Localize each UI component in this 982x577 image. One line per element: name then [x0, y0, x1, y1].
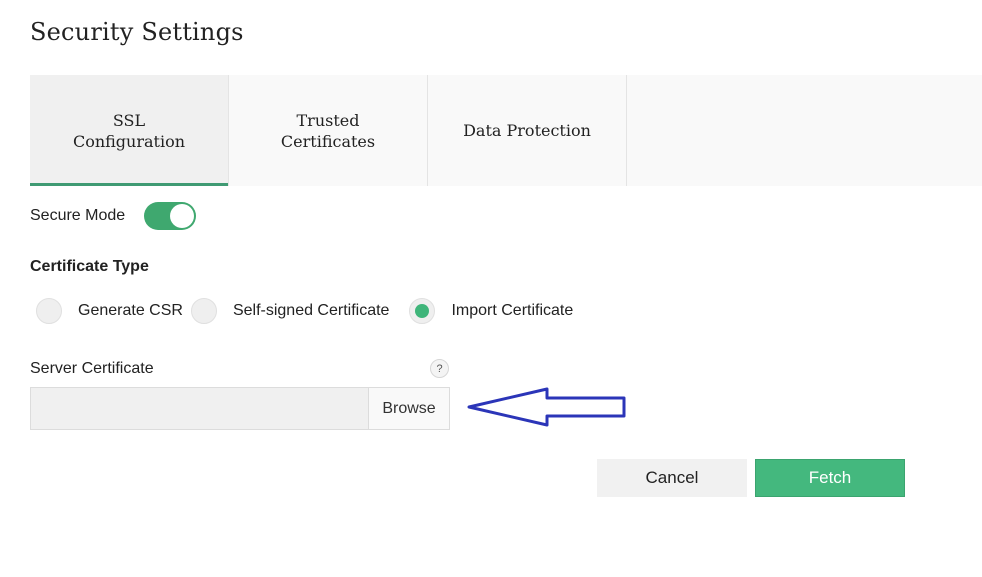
tab-trusted-certificates[interactable]: Trusted Certificates	[229, 75, 428, 186]
secure-mode-label: Secure Mode	[30, 207, 126, 224]
tab-bar: SSL Configuration Trusted Certificates Dat…	[30, 75, 982, 186]
secure-mode-toggle[interactable]	[144, 202, 197, 230]
server-certificate-input[interactable]	[31, 388, 368, 429]
arrow-shape	[467, 387, 626, 427]
tab-ssl-configuration[interactable]: SSL Configuration	[30, 75, 229, 186]
radio-label: Generate CSR	[78, 302, 183, 319]
radio-label: Self-signed Certificate	[232, 302, 390, 319]
secure-mode-row: Secure Mode	[30, 202, 197, 230]
tab-label: Data Protection	[463, 121, 591, 140]
certificate-type-radio-group: Generate CSR Self-signed Certificate Imp…	[36, 298, 581, 324]
radio-button[interactable]	[190, 298, 217, 324]
radio-selected-dot	[415, 304, 430, 318]
fetch-button[interactable]: Fetch	[755, 459, 905, 497]
certificate-type-heading: Certificate Type	[30, 258, 149, 275]
radio-label: Import Certificate	[451, 302, 574, 319]
annotation-arrow-icon	[467, 387, 626, 427]
server-certificate-label: Server Certificate	[30, 360, 154, 377]
toggle-knob	[170, 204, 195, 228]
browse-button[interactable]: Browse	[368, 388, 449, 429]
cancel-button[interactable]: Cancel	[597, 459, 747, 497]
tab-data-protection[interactable]: Data Protection	[428, 75, 627, 186]
radio-button[interactable]	[409, 298, 436, 324]
tab-label: SSL Configuration	[72, 110, 186, 151]
tab-bar-filler	[627, 75, 982, 186]
radio-self-signed-certificate[interactable]: Self-signed Certificate	[190, 298, 410, 324]
page-title: Security Settings	[30, 18, 244, 46]
help-icon[interactable]: ?	[430, 359, 449, 378]
server-certificate-file-field: Browse	[30, 387, 450, 430]
tab-label: Trusted Certificates	[280, 110, 376, 151]
radio-import-certificate[interactable]: Import Certificate	[409, 298, 581, 324]
radio-generate-csr[interactable]: Generate CSR	[36, 298, 191, 324]
radio-button[interactable]	[36, 298, 62, 324]
